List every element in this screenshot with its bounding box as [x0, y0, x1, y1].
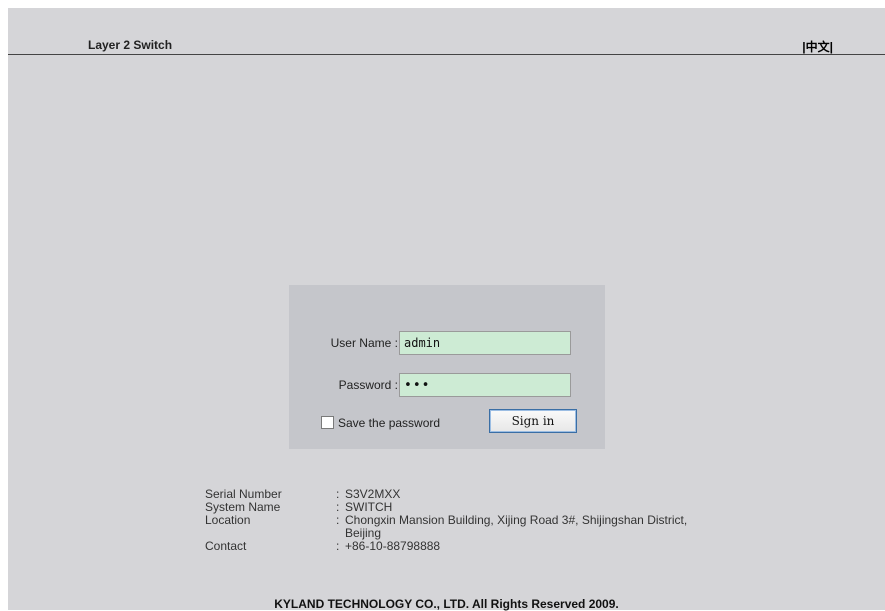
contact-value: +86-10-88798888: [345, 539, 441, 553]
login-panel: User Name : Password : Save the password…: [289, 285, 605, 449]
location-label: Location: [205, 513, 251, 527]
location-value: Chongxin Mansion Building, Xijing Road 3…: [345, 513, 688, 540]
contact-label: Contact: [205, 539, 247, 553]
language-switch-link[interactable]: |中文|: [802, 38, 833, 55]
password-input[interactable]: [399, 373, 571, 397]
save-password-label[interactable]: Save the password: [338, 416, 440, 430]
copyright-footer: KYLAND TECHNOLOGY CO., LTD. All Rights R…: [274, 597, 619, 611]
app-title: Layer 2 Switch: [88, 38, 173, 52]
location-separator: :: [336, 513, 340, 527]
username-row: User Name :: [289, 331, 605, 357]
header-bar: Layer 2 Switch |中文|: [8, 8, 885, 55]
password-label: Password :: [338, 378, 398, 392]
password-row: Password :: [289, 373, 605, 399]
page-background: Layer 2 Switch |中文| User Name : Password…: [8, 8, 885, 611]
save-password-checkbox[interactable]: [321, 416, 334, 429]
username-label: User Name :: [330, 336, 398, 350]
contact-separator: :: [336, 539, 340, 553]
serial-number-value: S3V2MXX: [345, 487, 401, 501]
username-input[interactable]: [399, 331, 571, 355]
sign-in-button[interactable]: Sign in: [489, 409, 577, 433]
